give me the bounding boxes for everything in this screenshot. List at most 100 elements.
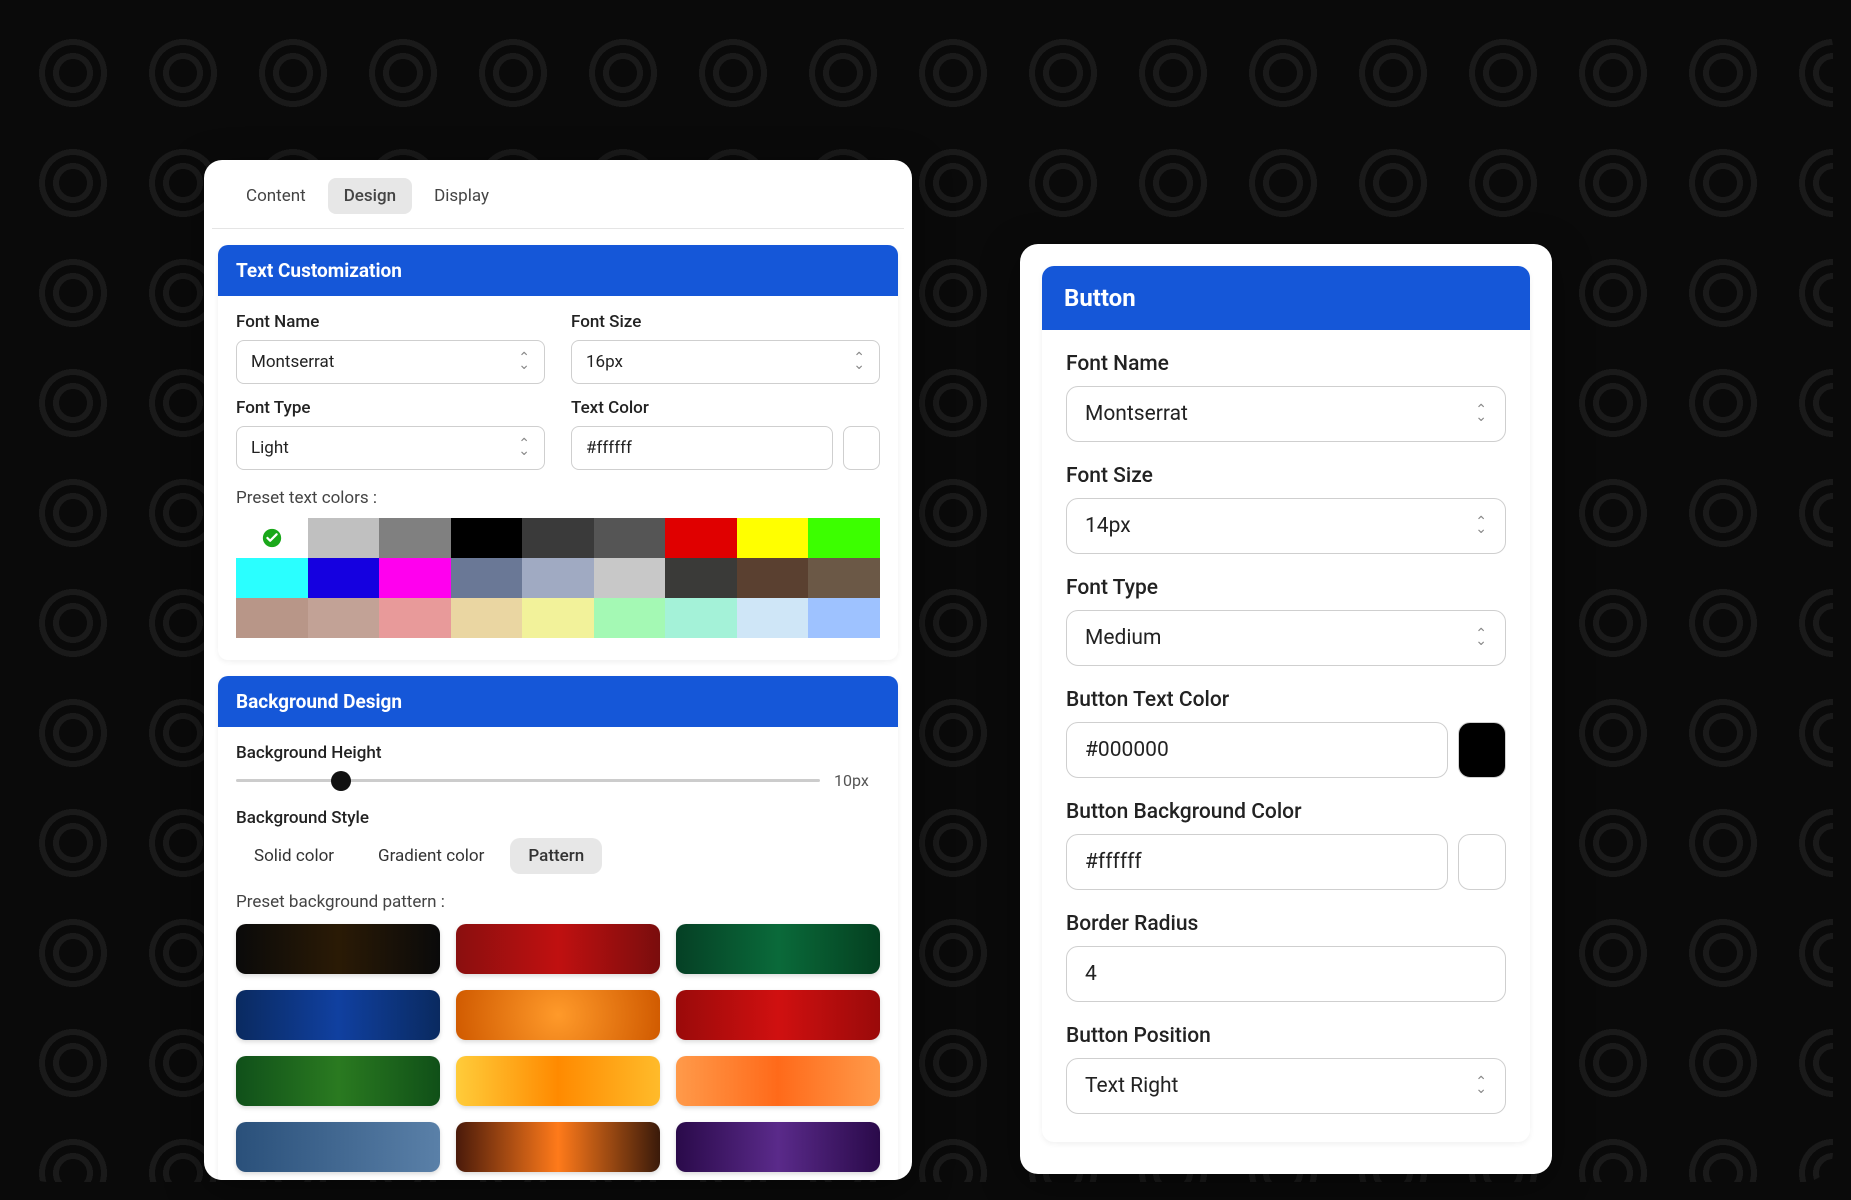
preset-color-swatch[interactable] <box>379 518 451 558</box>
chevron-updown-icon: ⌃⌄ <box>518 441 530 455</box>
button-text-color-value: #000000 <box>1085 738 1169 762</box>
button-bg-color-swatch[interactable] <box>1458 834 1506 890</box>
preset-color-swatch[interactable] <box>737 598 809 638</box>
section-title: Button <box>1042 266 1530 330</box>
button-position-label: Button Position <box>1066 1024 1506 1048</box>
background-design-section: Background Design Background Height 10px… <box>218 676 898 1180</box>
text-customization-section: Text Customization Font Name Montserrat … <box>218 245 898 660</box>
button-font-size-select[interactable]: 14px ⌃⌄ <box>1066 498 1506 554</box>
border-radius-value: 4 <box>1085 962 1097 986</box>
background-height-value: 10px <box>834 771 880 790</box>
chevron-updown-icon: ⌃⌄ <box>1475 1079 1487 1093</box>
font-type-label: Font Type <box>236 398 545 418</box>
font-name-value: Montserrat <box>251 352 334 372</box>
tab-display[interactable]: Display <box>418 178 505 214</box>
tab-design[interactable]: Design <box>328 178 412 214</box>
preset-color-swatch[interactable] <box>737 518 809 558</box>
button-bg-color-label: Button Background Color <box>1066 800 1506 824</box>
preset-color-swatch[interactable] <box>522 558 594 598</box>
preset-color-swatch[interactable] <box>236 598 308 638</box>
preset-color-swatch[interactable] <box>665 558 737 598</box>
button-font-type-select[interactable]: Medium ⌃⌄ <box>1066 610 1506 666</box>
style-pattern[interactable]: Pattern <box>510 838 602 874</box>
button-font-size-value: 14px <box>1085 514 1131 538</box>
font-name-select[interactable]: Montserrat ⌃⌄ <box>236 340 545 384</box>
button-font-name-label: Font Name <box>1066 352 1506 376</box>
preset-color-swatch[interactable] <box>236 518 308 558</box>
preset-color-swatch[interactable] <box>451 518 523 558</box>
preset-color-swatch[interactable] <box>379 598 451 638</box>
preset-text-colors-label: Preset text colors : <box>236 488 880 508</box>
border-radius-input[interactable]: 4 <box>1066 946 1506 1002</box>
checkmark-icon <box>261 527 283 549</box>
chevron-updown-icon: ⌃⌄ <box>1475 631 1487 645</box>
background-height-label: Background Height <box>236 743 880 763</box>
pattern-swatch[interactable] <box>456 1056 660 1106</box>
tab-content[interactable]: Content <box>230 178 322 214</box>
preset-color-swatch[interactable] <box>737 558 809 598</box>
preset-color-swatch[interactable] <box>808 518 880 558</box>
font-size-select[interactable]: 16px ⌃⌄ <box>571 340 880 384</box>
preset-pattern-grid <box>236 924 880 1172</box>
preset-text-colors-palette <box>236 518 880 638</box>
chevron-updown-icon: ⌃⌄ <box>518 355 530 369</box>
button-font-type-value: Medium <box>1085 626 1161 650</box>
pattern-swatch[interactable] <box>676 1056 880 1106</box>
preset-color-swatch[interactable] <box>594 558 666 598</box>
button-section: Button Font Name Montserrat ⌃⌄ Font Size… <box>1042 266 1530 1142</box>
button-font-type-label: Font Type <box>1066 576 1506 600</box>
pattern-swatch[interactable] <box>676 924 880 974</box>
section-title: Text Customization <box>218 245 898 296</box>
preset-color-swatch[interactable] <box>594 518 666 558</box>
background-style-segmented: Solid color Gradient color Pattern <box>236 838 880 874</box>
pattern-swatch[interactable] <box>456 924 660 974</box>
preset-color-swatch[interactable] <box>451 598 523 638</box>
border-radius-label: Border Radius <box>1066 912 1506 936</box>
button-position-value: Text Right <box>1085 1074 1178 1098</box>
background-height-slider[interactable] <box>236 779 820 782</box>
pattern-swatch[interactable] <box>236 924 440 974</box>
button-position-select[interactable]: Text Right ⌃⌄ <box>1066 1058 1506 1114</box>
font-type-select[interactable]: Light ⌃⌄ <box>236 426 545 470</box>
font-size-label: Font Size <box>571 312 880 332</box>
preset-color-swatch[interactable] <box>594 598 666 638</box>
chevron-updown-icon: ⌃⌄ <box>1475 407 1487 421</box>
preset-pattern-label: Preset background pattern : <box>236 892 880 912</box>
button-text-color-input[interactable]: #000000 <box>1066 722 1448 778</box>
pattern-swatch[interactable] <box>676 990 880 1040</box>
text-color-swatch[interactable] <box>843 426 880 470</box>
button-font-name-select[interactable]: Montserrat ⌃⌄ <box>1066 386 1506 442</box>
design-panel: Content Design Display Text Customizatio… <box>204 160 912 1180</box>
style-gradient-color[interactable]: Gradient color <box>360 838 502 874</box>
chevron-updown-icon: ⌃⌄ <box>1475 519 1487 533</box>
text-color-value: #ffffff <box>586 438 632 458</box>
background-style-label: Background Style <box>236 808 880 828</box>
preset-color-swatch[interactable] <box>522 598 594 638</box>
preset-color-swatch[interactable] <box>308 518 380 558</box>
style-solid-color[interactable]: Solid color <box>236 838 352 874</box>
text-color-input[interactable]: #ffffff <box>571 426 833 470</box>
pattern-swatch[interactable] <box>456 1122 660 1172</box>
button-text-color-swatch[interactable] <box>1458 722 1506 778</box>
preset-color-swatch[interactable] <box>451 558 523 598</box>
preset-color-swatch[interactable] <box>665 518 737 558</box>
preset-color-swatch[interactable] <box>522 518 594 558</box>
slider-thumb[interactable] <box>331 771 351 791</box>
pattern-swatch[interactable] <box>236 1056 440 1106</box>
preset-color-swatch[interactable] <box>308 558 380 598</box>
preset-color-swatch[interactable] <box>308 598 380 638</box>
preset-color-swatch[interactable] <box>379 558 451 598</box>
pattern-swatch[interactable] <box>456 990 660 1040</box>
preset-color-swatch[interactable] <box>808 598 880 638</box>
font-size-value: 16px <box>586 352 623 372</box>
preset-color-swatch[interactable] <box>665 598 737 638</box>
pattern-swatch[interactable] <box>676 1122 880 1172</box>
pattern-swatch[interactable] <box>236 990 440 1040</box>
preset-color-swatch[interactable] <box>236 558 308 598</box>
button-bg-color-input[interactable]: #ffffff <box>1066 834 1448 890</box>
pattern-swatch[interactable] <box>236 1122 440 1172</box>
chevron-updown-icon: ⌃⌄ <box>853 355 865 369</box>
text-color-label: Text Color <box>571 398 880 418</box>
preset-color-swatch[interactable] <box>808 558 880 598</box>
button-text-color-label: Button Text Color <box>1066 688 1506 712</box>
